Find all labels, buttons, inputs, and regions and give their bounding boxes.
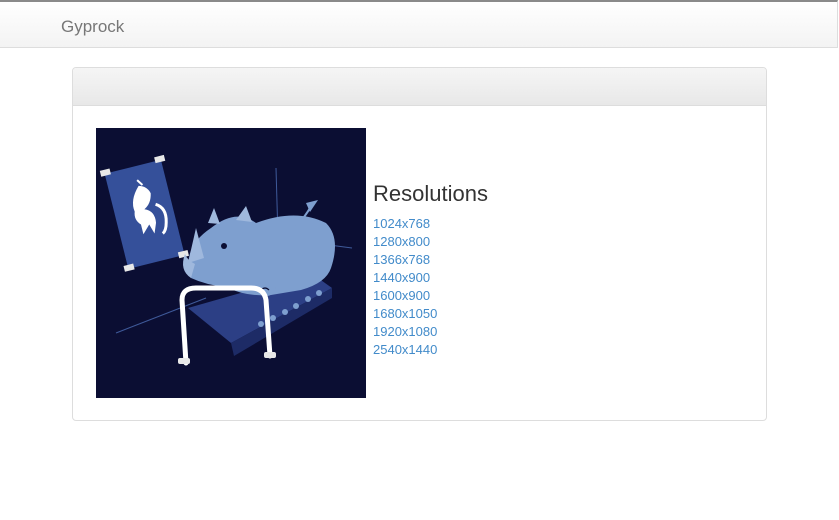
resolutions-list: 1024x768 1280x800 1366x768 1440x900 1600… <box>373 215 488 359</box>
resolutions-section: Resolutions 1024x768 1280x800 1366x768 1… <box>373 181 488 359</box>
resolution-link-2540x1440[interactable]: 2540x1440 <box>373 341 488 359</box>
brand-link[interactable]: Gyprock <box>61 17 124 37</box>
top-navbar: Gyprock <box>0 0 838 48</box>
resolution-link-1280x800[interactable]: 1280x800 <box>373 233 488 251</box>
resolution-link-1024x768[interactable]: 1024x768 <box>373 215 488 233</box>
resolution-link-1600x900[interactable]: 1600x900 <box>373 287 488 305</box>
resolution-link-1440x900[interactable]: 1440x900 <box>373 269 488 287</box>
resolution-link-1366x768[interactable]: 1366x768 <box>373 251 488 269</box>
panel-heading <box>73 68 766 106</box>
resolution-link-1920x1080[interactable]: 1920x1080 <box>373 323 488 341</box>
wallpaper-panel: Resolutions 1024x768 1280x800 1366x768 1… <box>72 67 767 421</box>
wallpaper-image[interactable] <box>96 128 366 398</box>
resolutions-title: Resolutions <box>373 181 488 206</box>
resolution-link-1680x1050[interactable]: 1680x1050 <box>373 305 488 323</box>
